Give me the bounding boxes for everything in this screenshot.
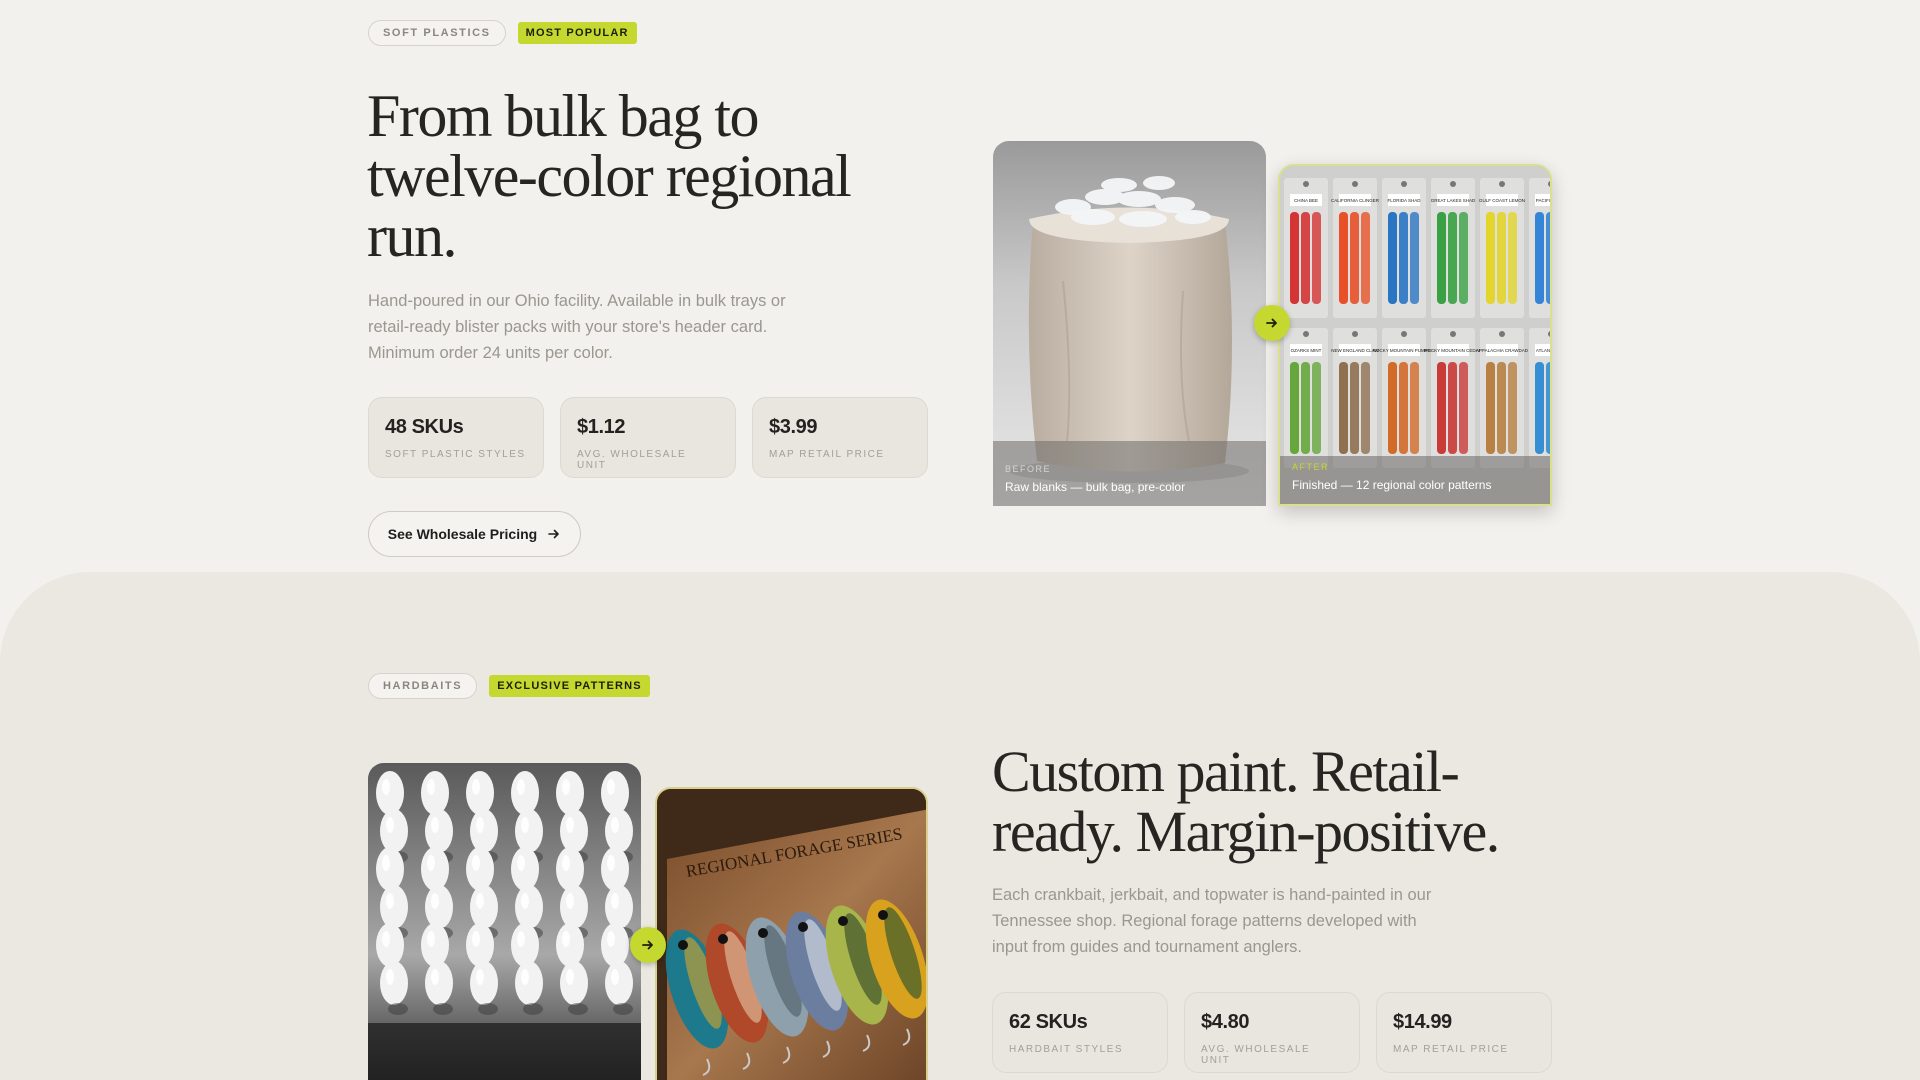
blister-pack: OZARKS MINT [1284, 328, 1328, 468]
arrow-right-icon [548, 529, 559, 539]
blister-pack: GULF COAST LEMON [1479, 178, 1525, 318]
hardbaits-stats: 62 SKUs HARDBAIT STYLES $4.80 AVG. WHOLE… [992, 992, 1552, 1073]
svg-text:PACIFIC BLUE: PACIFIC BLUE [1536, 198, 1552, 203]
blister-pack: GREAT LAKES SHAD [1431, 178, 1476, 318]
before-kicker: BEFORE [1005, 464, 1052, 474]
stat-value: $3.99 [769, 416, 818, 438]
blister-pack: CALIFORNIA CLINGER [1331, 178, 1380, 318]
see-wholesale-pricing-button[interactable]: See Wholesale Pricing [368, 511, 581, 557]
description-line: retail-ready blister packs with your sto… [368, 318, 768, 336]
description-line: Each crankbait, jerkbait, and topwater i… [992, 886, 1432, 904]
hardbait-blanks-image-card [368, 763, 641, 1080]
stat-value: $1.12 [577, 416, 626, 438]
soft-plastics-description: Hand-poured in our Ohio facility. Availa… [368, 288, 786, 366]
soft-plastics-section [0, 0, 1920, 575]
after-image-card: CHINA BEE CALIFORNIA CLINGER FLORIDA SHAD G… [1278, 164, 1552, 506]
svg-text:GREAT LAKES SHAD: GREAT LAKES SHAD [1431, 198, 1476, 203]
stat-label: MAP RETAIL PRICE [769, 449, 885, 460]
cta-label: See Wholesale Pricing [387, 526, 538, 542]
hardbaits-headline: Custom paint. Retail- ready. Margin-posi… [992, 739, 1500, 864]
description-line: Tennessee shop. Regional forage patterns… [992, 912, 1417, 930]
headline-line: Custom paint. Retail- [992, 739, 1460, 804]
blister-pack: FLORIDA SHAD [1382, 178, 1426, 318]
stat-label: SOFT PLASTIC STYLES [385, 449, 526, 460]
description-line: Hand-poured in our Ohio facility. Availa… [368, 292, 786, 310]
stat-value: $14.99 [1393, 1011, 1452, 1033]
hardbaits-section [0, 572, 1920, 1080]
after-caption-text: Finished — 12 regional color patterns [1292, 478, 1492, 492]
stat-value: 48 SKUs [385, 416, 464, 438]
blister-pack: PACIFIC BLUE [1529, 178, 1552, 318]
stat-card: 48 SKUs SOFT PLASTIC STYLES [368, 397, 544, 478]
blister-pack: ATLANTIC ICE [1529, 328, 1552, 468]
stat-label: MAP RETAIL PRICE [1393, 1044, 1509, 1055]
headline-line: From bulk bag to [367, 83, 760, 149]
before-image-card: BEFORE Raw blanks — bulk bag, pre-color [993, 141, 1266, 506]
headline-line: ready. Margin-positive. [992, 799, 1500, 864]
stat-card: $14.99 MAP RETAIL PRICE [1376, 992, 1552, 1073]
description-line: Minimum order 24 units per color. [368, 344, 613, 362]
stat-card: $3.99 MAP RETAIL PRICE [752, 397, 928, 478]
exclusive-badge: EXCLUSIVE PATTERNS [489, 675, 650, 697]
soft-plastics-headline: From bulk bag to twelve-color regional r… [367, 83, 852, 269]
stat-card: 62 SKUs HARDBAIT STYLES [992, 992, 1168, 1073]
blister-packs-image: CHINA BEE CALIFORNIA CLINGER FLORIDA SHAD G… [1280, 166, 1552, 504]
svg-text:APPALACHIA CRAWDAD: APPALACHIA CRAWDAD [1476, 348, 1529, 353]
before-caption-text: Raw blanks — bulk bag, pre-color [1005, 480, 1186, 494]
svg-text:CALIFORNIA CLINGER: CALIFORNIA CLINGER [1331, 198, 1380, 203]
soft-plastics-stats: 48 SKUs SOFT PLASTIC STYLES $1.12 AVG. W… [368, 397, 928, 478]
forage-series-image: REGIONAL FORAGE SERIES [657, 789, 926, 1080]
stat-card: $1.12 AVG. WHOLESALE UNIT [560, 397, 736, 478]
blister-pack: APPALACHIA CRAWDAD [1476, 328, 1529, 468]
hardbait-arrow-button[interactable] [630, 927, 666, 963]
popular-badge: MOST POPULAR [517, 22, 637, 44]
stat-label: HARDBAIT STYLES [1009, 1044, 1124, 1055]
arrow-right-icon [1266, 318, 1277, 328]
stat-value: $4.80 [1201, 1011, 1250, 1033]
after-caption: AFTER Finished — 12 regional color patte… [1292, 462, 1491, 492]
category-tag: HARDBAITS [368, 673, 478, 699]
bulk-bag-image [993, 176, 1266, 506]
blister-pack: CHINA BEE [1284, 178, 1328, 318]
stat-label: AVG. WHOLESALE UNIT [1201, 1044, 1311, 1066]
soft-plastics-tags: SOFT PLASTICS MOST POPULAR [368, 20, 637, 46]
category-tag: SOFT PLASTICS [368, 20, 506, 46]
arrow-right-icon [642, 940, 653, 950]
svg-text:FLORIDA SHAD: FLORIDA SHAD [1387, 198, 1421, 203]
before-after-arrow-button[interactable] [1254, 305, 1290, 341]
svg-text:OZARKS MINT: OZARKS MINT [1291, 348, 1322, 353]
svg-text:ROCKY MOUNTAIN CEDAR: ROCKY MOUNTAIN CEDAR [1424, 348, 1483, 353]
blister-pack: ROCKY MOUNTAIN CEDAR [1424, 328, 1483, 468]
svg-text:CHINA BEE: CHINA BEE [1294, 198, 1318, 203]
svg-text:GULF COAST LEMON: GULF COAST LEMON [1479, 198, 1525, 203]
headline-line: run. [367, 203, 457, 269]
forage-series-image-card: REGIONAL FORAGE SERIES [655, 787, 928, 1080]
hardbaits-description: Each crankbait, jerkbait, and topwater i… [992, 882, 1431, 960]
headline-line: twelve-color regional [367, 143, 852, 209]
svg-text:ATLANTIC ICE: ATLANTIC ICE [1536, 348, 1552, 353]
hardbaits-tags: HARDBAITS EXCLUSIVE PATTERNS [368, 673, 650, 699]
description-line: input from guides and tournament anglers… [992, 938, 1303, 956]
stat-label: AVG. WHOLESALE UNIT [577, 449, 687, 471]
before-caption: BEFORE Raw blanks — bulk bag, pre-color [1005, 464, 1185, 494]
after-kicker: AFTER [1292, 462, 1330, 472]
stat-card: $4.80 AVG. WHOLESALE UNIT [1184, 992, 1360, 1073]
hardbait-blanks-image [368, 763, 641, 1080]
stat-value: 62 SKUs [1009, 1011, 1088, 1033]
